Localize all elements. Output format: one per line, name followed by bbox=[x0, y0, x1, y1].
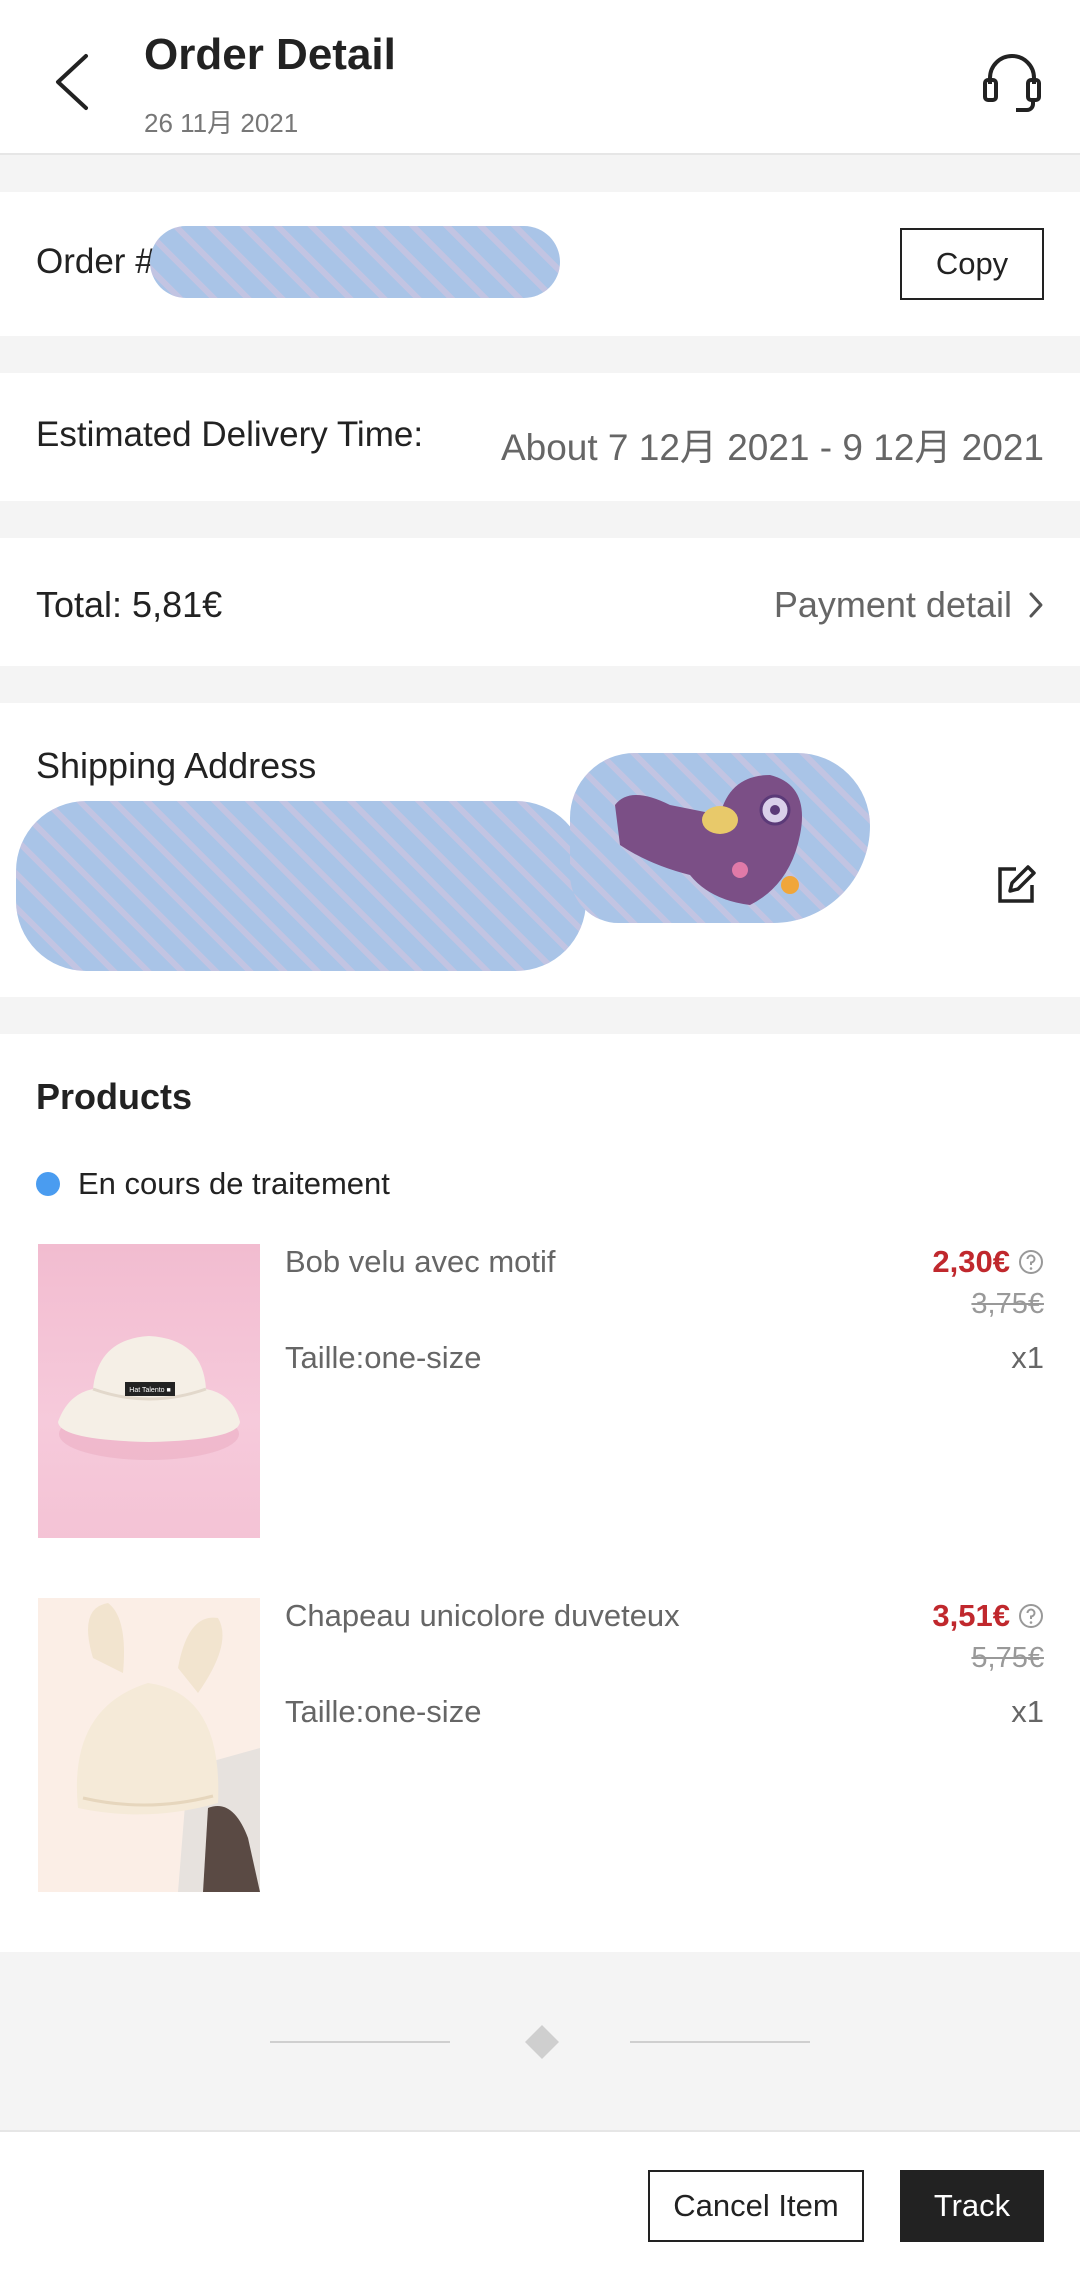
divider-line bbox=[270, 2041, 450, 2043]
divider-line bbox=[630, 2041, 810, 2043]
back-button[interactable] bbox=[50, 52, 96, 112]
product-price: 2,30€ bbox=[932, 1244, 1044, 1280]
hat-label-text: Hat Talento ■ bbox=[129, 1387, 170, 1394]
product-size: Taille:one-size bbox=[285, 1694, 482, 1729]
delivery-time-value: About 7 12月 2021 - 9 12月 2021 bbox=[500, 427, 1044, 468]
diamond-icon bbox=[525, 2025, 559, 2059]
order-status-label: En cours de traitement bbox=[78, 1166, 390, 1201]
help-icon[interactable] bbox=[1018, 1249, 1044, 1275]
sale-price: 3,51€ bbox=[932, 1598, 1010, 1633]
help-icon[interactable] bbox=[1018, 1603, 1044, 1629]
product-quantity: x1 bbox=[1011, 1694, 1044, 1729]
products-title: Products bbox=[36, 1076, 193, 1117]
order-total: Total: 5,81€ bbox=[36, 584, 223, 625]
customer-support-button[interactable] bbox=[982, 50, 1042, 114]
cancel-item-button[interactable]: Cancel Item bbox=[648, 2170, 864, 2242]
payment-detail-link[interactable]: Payment detail bbox=[774, 584, 1044, 626]
delivery-time-label: Estimated Delivery Time: bbox=[36, 415, 424, 454]
order-number-card: Order # Copy bbox=[0, 192, 1080, 336]
edit-address-button[interactable] bbox=[994, 863, 1038, 907]
order-date: 26 11月 2021 bbox=[144, 108, 299, 138]
original-price: 5,75€ bbox=[971, 1642, 1044, 1674]
product-size: Taille:one-size bbox=[285, 1340, 482, 1375]
product-image[interactable]: Hat Talento ■ bbox=[38, 1244, 260, 1538]
chevron-left-icon bbox=[56, 54, 88, 110]
redacted-address bbox=[16, 801, 586, 971]
products-card: Products En cours de traitement Hat Tale… bbox=[0, 1034, 1080, 1952]
sticker-decoration bbox=[615, 775, 802, 905]
copy-order-number-button[interactable]: Copy bbox=[900, 228, 1044, 300]
product-image[interactable] bbox=[38, 1598, 260, 1892]
shipping-address-card: Shipping Address bbox=[0, 703, 1080, 997]
product-name: Chapeau unicolore duveteux bbox=[285, 1598, 680, 1633]
track-button[interactable]: Track bbox=[900, 2170, 1044, 2242]
delivery-time-card: Estimated Delivery Time: About 7 12月 202… bbox=[0, 373, 1080, 501]
payment-card: Total: 5,81€ Payment detail bbox=[0, 538, 1080, 666]
order-status: En cours de traitement bbox=[36, 1166, 390, 1202]
end-divider bbox=[0, 1952, 1080, 2132]
bottom-action-bar: Cancel Item Track bbox=[0, 2130, 1080, 2275]
original-price: 3,75€ bbox=[971, 1288, 1044, 1320]
headset-icon bbox=[983, 54, 1041, 112]
payment-detail-label: Payment detail bbox=[773, 584, 1012, 625]
product-price: 3,51€ bbox=[932, 1598, 1044, 1634]
product-name: Bob velu avec motif bbox=[285, 1244, 556, 1279]
order-number-label: Order # bbox=[36, 242, 155, 281]
edit-icon bbox=[998, 865, 1036, 903]
status-dot-icon bbox=[36, 1172, 60, 1196]
product-quantity: x1 bbox=[1011, 1340, 1044, 1375]
product-item[interactable]: Chapeau unicolore duveteux Taille:one-si… bbox=[38, 1598, 1044, 1894]
shipping-address-label: Shipping Address bbox=[36, 745, 317, 786]
product-item[interactable]: Hat Talento ■ Bob velu avec motif Taille… bbox=[38, 1244, 1044, 1540]
header: Order Detail 26 11月 2021 bbox=[0, 0, 1080, 155]
sale-price: 2,30€ bbox=[932, 1244, 1010, 1279]
redacted-order-number bbox=[150, 226, 560, 298]
chevron-right-icon bbox=[1029, 592, 1043, 618]
page-title: Order Detail bbox=[144, 30, 396, 79]
